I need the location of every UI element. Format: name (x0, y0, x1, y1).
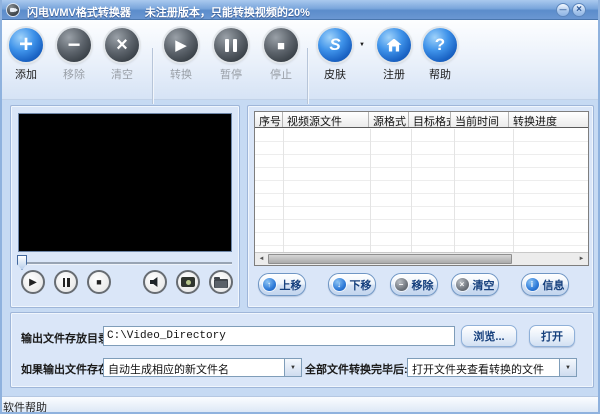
col-index[interactable]: 序号 (255, 112, 283, 127)
col-progress[interactable]: 转换进度 (509, 112, 588, 127)
open-button[interactable]: 打开 (529, 325, 575, 347)
help-button[interactable]: ? 帮助 (418, 28, 462, 82)
player-play-button[interactable]: ▶ (21, 270, 45, 294)
col-source-format[interactable]: 源格式 (369, 112, 409, 127)
scroll-thumb[interactable] (268, 254, 512, 264)
skin-label: 皮肤 (324, 69, 346, 81)
home-icon (377, 28, 411, 62)
col-current-time[interactable]: 当前时间 (451, 112, 509, 127)
registration-notice: 未注册版本，只能转换视频的20% (144, 7, 310, 19)
skin-icon: S (318, 28, 352, 62)
status-bar: 软件帮助 (2, 396, 598, 414)
queue-panel: 序号 视频源文件 源格式 目标格式 当前时间 转换进度 ◄ ► ↑ 上移 (247, 105, 594, 308)
move-down-button[interactable]: ↓ 下移 (328, 273, 376, 296)
help-label: 帮助 (429, 69, 451, 81)
skin-button[interactable]: S 皮肤 (313, 28, 357, 82)
snapshot-button[interactable] (176, 270, 200, 294)
column-divider (283, 129, 284, 252)
col-source-file[interactable]: 视频源文件 (283, 112, 369, 127)
minimize-icon: — (559, 7, 567, 14)
exists-label: 如果输出文件存在: (21, 364, 113, 376)
remove-selected-button[interactable]: − 移除 (390, 273, 438, 296)
column-divider (513, 129, 514, 252)
app-title: 闪电WMV格式转换器 (27, 7, 131, 19)
column-divider (454, 129, 455, 252)
titlebar: 闪电WMV格式转换器 未注册版本，只能转换视频的20% — × (2, 0, 598, 20)
player-stop-button[interactable]: ■ (87, 270, 111, 294)
down-arrow-icon: ↓ (332, 278, 346, 291)
table-header: 序号 视频源文件 源格式 目标格式 当前时间 转换进度 (255, 112, 588, 128)
minus-icon: − (57, 28, 91, 62)
play-icon: ▶ (29, 276, 37, 288)
toolbar-separator (152, 48, 153, 104)
pause-icon (214, 28, 248, 62)
clear-list-button[interactable]: × 清空 (451, 273, 499, 296)
close-button[interactable]: × (572, 3, 586, 17)
pause-label: 暂停 (220, 69, 242, 81)
add-label: 添加 (15, 69, 37, 81)
remove-label: 移除 (63, 69, 85, 81)
browse-button[interactable]: 浏览... (461, 325, 517, 347)
scroll-left-button[interactable]: ◄ (255, 253, 268, 265)
stop-label: 停止 (270, 69, 292, 81)
seek-slider-thumb[interactable] (17, 255, 27, 270)
column-divider (411, 129, 412, 252)
folder-icon (214, 277, 228, 288)
remove-button[interactable]: − 移除 (52, 28, 96, 82)
plus-icon: + (9, 28, 43, 62)
clear-button[interactable]: × 清空 (100, 28, 144, 82)
after-convert-label: 全部文件转换完毕后: (305, 364, 408, 376)
exists-select[interactable]: 自动生成相应的新文件名 ▼ (103, 358, 302, 377)
info-button[interactable]: i 信息 (521, 273, 569, 296)
stop-icon: ■ (96, 277, 102, 287)
output-dir-input[interactable] (103, 326, 455, 346)
stop-button[interactable]: ■ 停止 (259, 28, 303, 82)
up-arrow-icon: ↑ (262, 278, 276, 291)
convert-button[interactable]: ▶ 转换 (159, 28, 203, 82)
cross-icon: × (105, 28, 139, 62)
status-text: 软件帮助 (3, 402, 47, 414)
player-pause-button[interactable] (54, 270, 78, 294)
preview-panel: ▶ ■ (10, 105, 240, 308)
minus-icon: − (394, 278, 408, 291)
play-icon: ▶ (164, 28, 198, 62)
info-icon: i (525, 278, 539, 291)
pause-icon (62, 277, 70, 287)
camera-icon (181, 277, 195, 287)
pause-button[interactable]: 暂停 (209, 28, 253, 82)
cross-icon: × (455, 278, 469, 291)
volume-button[interactable] (143, 270, 167, 294)
open-file-button[interactable] (209, 270, 233, 294)
help-icon: ? (423, 28, 457, 62)
window-title: 闪电WMV格式转换器 未注册版本，只能转换视频的20% (27, 4, 310, 20)
horizontal-scrollbar[interactable]: ◄ ► (255, 252, 588, 265)
table-body[interactable] (255, 129, 588, 252)
file-table: 序号 视频源文件 源格式 目标格式 当前时间 转换进度 ◄ ► (254, 111, 589, 266)
move-up-button[interactable]: ↑ 上移 (258, 273, 306, 296)
convert-label: 转换 (170, 69, 192, 81)
chevron-down-icon[interactable]: ▼ (284, 359, 301, 376)
register-label: 注册 (383, 69, 405, 81)
skin-dropdown-arrow-icon[interactable]: ▼ (359, 42, 365, 48)
seek-slider[interactable] (19, 262, 232, 264)
register-button[interactable]: 注册 (372, 28, 416, 82)
clear-label: 清空 (111, 69, 133, 81)
output-panel: 输出文件存放目录: 浏览... 打开 如果输出文件存在: 自动生成相应的新文件名… (10, 312, 594, 388)
app-window: 闪电WMV格式转换器 未注册版本，只能转换视频的20% — × + 添加 − 移除… (0, 0, 600, 414)
video-preview (18, 113, 232, 252)
toolbar: + 添加 − 移除 × 清空 ▶ 转换 暂停 ■ 停止 S 皮肤 ▼ 注册 ? … (2, 20, 598, 104)
stop-icon: ■ (264, 28, 298, 62)
output-dir-label: 输出文件存放目录: (21, 333, 113, 345)
col-target-format[interactable]: 目标格式 (409, 112, 451, 127)
close-icon: × (576, 4, 582, 15)
scroll-right-button[interactable]: ► (575, 253, 588, 265)
toolbar-separator (307, 48, 308, 104)
minimize-button[interactable]: — (556, 3, 570, 17)
add-button[interactable]: + 添加 (4, 28, 48, 82)
app-logo-icon (6, 3, 20, 17)
column-divider (370, 129, 371, 252)
speaker-icon (149, 276, 158, 288)
after-convert-select[interactable]: 打开文件夹查看转换的文件 ▼ (407, 358, 577, 377)
chevron-down-icon[interactable]: ▼ (559, 359, 576, 376)
